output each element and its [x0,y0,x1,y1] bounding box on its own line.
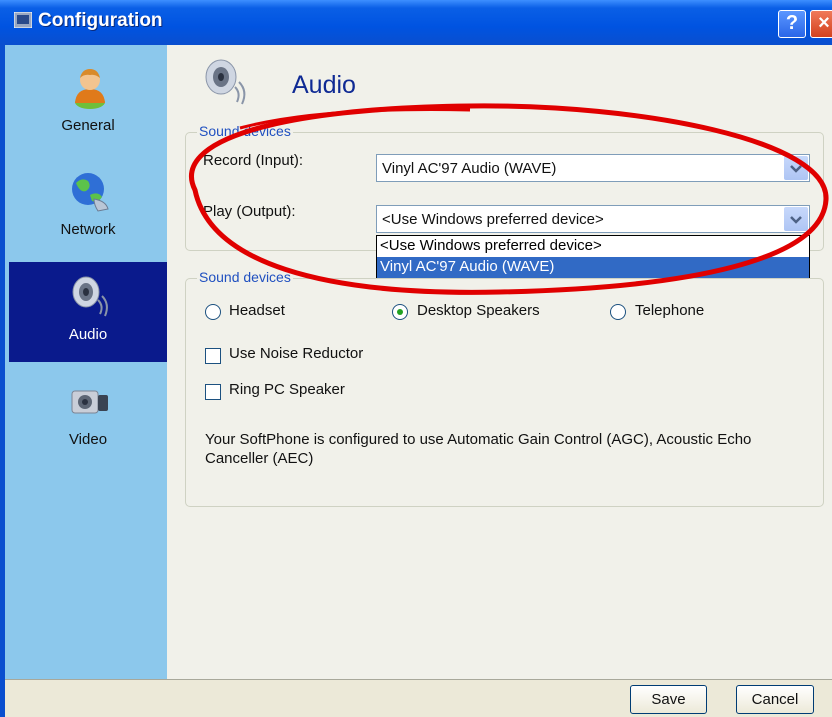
title-bar[interactable]: Configuration ? × [0,0,832,45]
app-icon [14,12,32,28]
speaker-icon [205,59,246,105]
record-dropdown-button[interactable] [784,156,808,180]
sidebar-item-audio[interactable]: Audio [9,262,167,362]
audio-panel: Audio Sound devices Record (Input): Viny… [167,45,832,679]
speaker-icon [72,276,108,317]
headset-radio[interactable] [205,304,221,320]
headset-label: Headset [229,302,285,319]
record-label: Record (Input): [203,152,304,169]
ring-pc-speaker-label: Ring PC Speaker [229,381,345,398]
group-legend: Sound devices [197,269,293,285]
close-button[interactable]: × [810,10,832,38]
save-button[interactable]: Save [630,685,707,714]
play-dropdown-list: <Use Windows preferred device> Vinyl AC'… [376,235,810,279]
dropdown-option[interactable]: <Use Windows preferred device> [377,236,809,257]
sidebar-item-label: Audio [68,326,108,343]
help-button[interactable]: ? [778,10,806,38]
sidebar: General Network Audio Video [5,45,168,679]
window-title: Configuration [38,10,163,31]
sidebar-item-general[interactable]: General [9,53,167,153]
dropdown-option-selected[interactable]: Vinyl AC'97 Audio (WAVE) [377,257,809,278]
telephone-radio[interactable] [610,304,626,320]
sidebar-item-label: Network [60,221,116,238]
telephone-label: Telephone [635,302,705,319]
group-legend: Sound devices [197,123,293,139]
play-label: Play (Output): [203,203,296,220]
sound-devices-group [185,132,824,251]
sidebar-item-label: General [61,117,115,134]
noise-reductor-checkbox[interactable] [205,348,221,364]
configuration-window: Configuration ? × General Network Audio … [0,0,832,717]
ring-pc-speaker-checkbox[interactable] [205,384,221,400]
user-icon [75,69,105,109]
page-title: Audio [292,71,356,99]
agc-info-text: Your SoftPhone is configured to use Auto… [205,431,752,467]
desktop-speakers-radio[interactable] [392,304,408,320]
globe-icon [72,173,109,212]
chevron-down-icon [790,216,802,224]
button-bar: Save Cancel [5,679,832,717]
sidebar-item-video[interactable]: Video [9,367,167,467]
record-select[interactable]: Vinyl AC'97 Audio (WAVE) [376,154,810,182]
play-dropdown-button[interactable] [784,207,808,231]
sidebar-item-network[interactable]: Network [9,157,167,257]
play-select[interactable]: <Use Windows preferred device> [376,205,810,233]
question-icon: ? [785,12,799,34]
close-icon: × [818,12,830,34]
record-select-value: Vinyl AC'97 Audio (WAVE) [382,160,557,177]
sidebar-item-label: Video [68,431,108,448]
noise-reductor-label: Use Noise Reductor [229,345,364,362]
play-select-value: <Use Windows preferred device> [382,211,604,228]
radio-selected-dot [397,309,403,315]
chevron-down-icon [790,165,802,173]
desktop-speakers-label: Desktop Speakers [417,302,540,319]
camera-icon [71,390,108,414]
cancel-button[interactable]: Cancel [736,685,814,714]
